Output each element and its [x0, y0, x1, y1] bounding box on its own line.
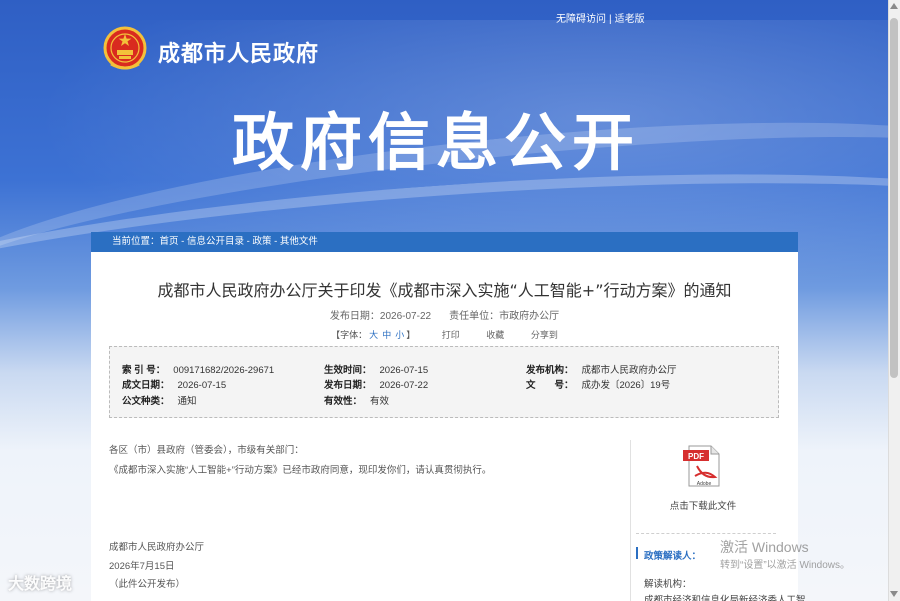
interpreter-org-label: 解读机构： [644, 579, 692, 590]
top-links-separator: | [609, 14, 612, 25]
hero-title: 政府信息公开 [232, 106, 641, 179]
info-issuer: 发布机构： 成都市人民政府办公厅 [526, 365, 677, 376]
share-button[interactable]: 分享到 [531, 330, 558, 340]
scrollbar-thumb[interactable] [890, 18, 898, 378]
breadcrumb-catalog[interactable]: 信息公开目录 [187, 236, 244, 247]
breadcrumb-home[interactable]: 首页 [160, 236, 179, 247]
body-sign-date: 2026年7月15日 [109, 561, 175, 572]
document-body: 各区（市）县政府（管委会），市级有关部门： 《成都市深入实施“人工智能+”行动方… [109, 442, 619, 601]
national-emblem-icon [103, 26, 147, 70]
document-info-table: 索 引 号： 009171682/2026-29671 生效时间： 2026-07-… [109, 346, 779, 418]
document-tools: 【字体：大中小】 打印 收藏 分享到 [91, 328, 798, 341]
breadcrumb-sep: - [271, 236, 280, 247]
font-small-button[interactable]: 小 [395, 330, 404, 340]
breadcrumb-policy[interactable]: 政策 [252, 236, 271, 247]
site-name[interactable]: 成都市人民政府 [158, 36, 319, 68]
windows-activation-title: 激活 Windows [720, 539, 809, 555]
info-publish-date: 发布日期： 2026-07-22 [324, 380, 429, 391]
publish-date: 2026-07-22 [379, 311, 432, 322]
responsible-unit: 市政府办公厅 [499, 311, 560, 322]
column-divider [630, 440, 631, 601]
download-file-link[interactable]: 点击下载此文件 [636, 498, 770, 512]
body-paragraph: 《成都市深入实施“人工智能+”行动方案》已经市政府同意，现印发你们，请认真贯彻执… [109, 465, 492, 476]
info-category: 公文种类： 通知 [122, 396, 197, 407]
print-button[interactable]: 打印 [442, 330, 460, 340]
info-written-date: 成文日期： 2026-07-15 [122, 380, 227, 391]
document-panel: 成都市人民政府办公厅关于印发《成都市深入实施“人工智能+”行动方案》的通知 发布… [91, 252, 806, 601]
accessibility-link[interactable]: 无障碍访问 [556, 14, 606, 25]
interpreter-org[interactable]: 成都市经济和信息化局新经济委人工智 [644, 592, 806, 601]
info-doc-no: 文 号： 成办发〔2026〕19号 [526, 380, 671, 391]
body-note: （此件公开发布） [109, 579, 186, 590]
body-greeting: 各区（市）县政府（管委会），市级有关部门： [109, 445, 304, 456]
watermark-logo: 大数跨境 [8, 574, 73, 593]
font-medium-button[interactable]: 中 [382, 330, 391, 340]
info-index-no: 索 引 号： 009171682/2026-29671 [122, 365, 275, 376]
publish-date-label: 发布日期： [329, 311, 380, 322]
breadcrumb-sep: - [178, 236, 187, 247]
sidebar-divider [636, 533, 776, 534]
body-signature: 成都市人民政府办公厅 [109, 542, 205, 553]
info-effective-time: 生效时间： 2026-07-15 [324, 365, 429, 376]
adobe-label: Adobe [697, 481, 712, 487]
responsible-label: 责任单位： [449, 311, 500, 322]
page-title: 成都市人民政府办公厅关于印发《成都市深入实施“人工智能+”行动方案》的通知 [157, 281, 732, 300]
windows-activation-subtitle: 转到“设置”以激活 Windows。 [720, 560, 851, 571]
breadcrumb-prefix: 当前位置： [112, 236, 160, 247]
sidebar: PDF Adobe 点击下载此文件 政策解读人： 解读机构： 成都市经济和信息化… [636, 442, 806, 601]
font-size-label: 【字体： [331, 330, 368, 340]
breadcrumb-other-docs[interactable]: 其他文件 [280, 236, 318, 247]
elder-mode-link[interactable]: 适老版 [615, 14, 645, 25]
info-validity: 有效性： 有效 [324, 396, 390, 407]
top-links: 无障碍访问 | 适老版 [556, 10, 645, 25]
interpreter-heading: 政策解读人： [644, 551, 702, 562]
breadcrumb: 当前位置：首页 - 信息公开目录 - 政策 - 其他文件 [91, 232, 798, 252]
page-scrollbar[interactable] [888, 0, 900, 601]
scroll-up-icon[interactable] [890, 3, 898, 9]
pdf-label: PDF [688, 452, 704, 461]
font-size-close: 】 [406, 330, 416, 340]
section-marker [636, 547, 638, 559]
favorite-button[interactable]: 收藏 [486, 330, 504, 340]
pdf-file-icon[interactable]: PDF Adobe [681, 444, 725, 488]
scroll-down-icon[interactable] [890, 591, 898, 597]
font-large-button[interactable]: 大 [369, 330, 378, 340]
document-meta: 发布日期：2026-07-22 责任单位：市政府办公厅 [91, 307, 798, 322]
